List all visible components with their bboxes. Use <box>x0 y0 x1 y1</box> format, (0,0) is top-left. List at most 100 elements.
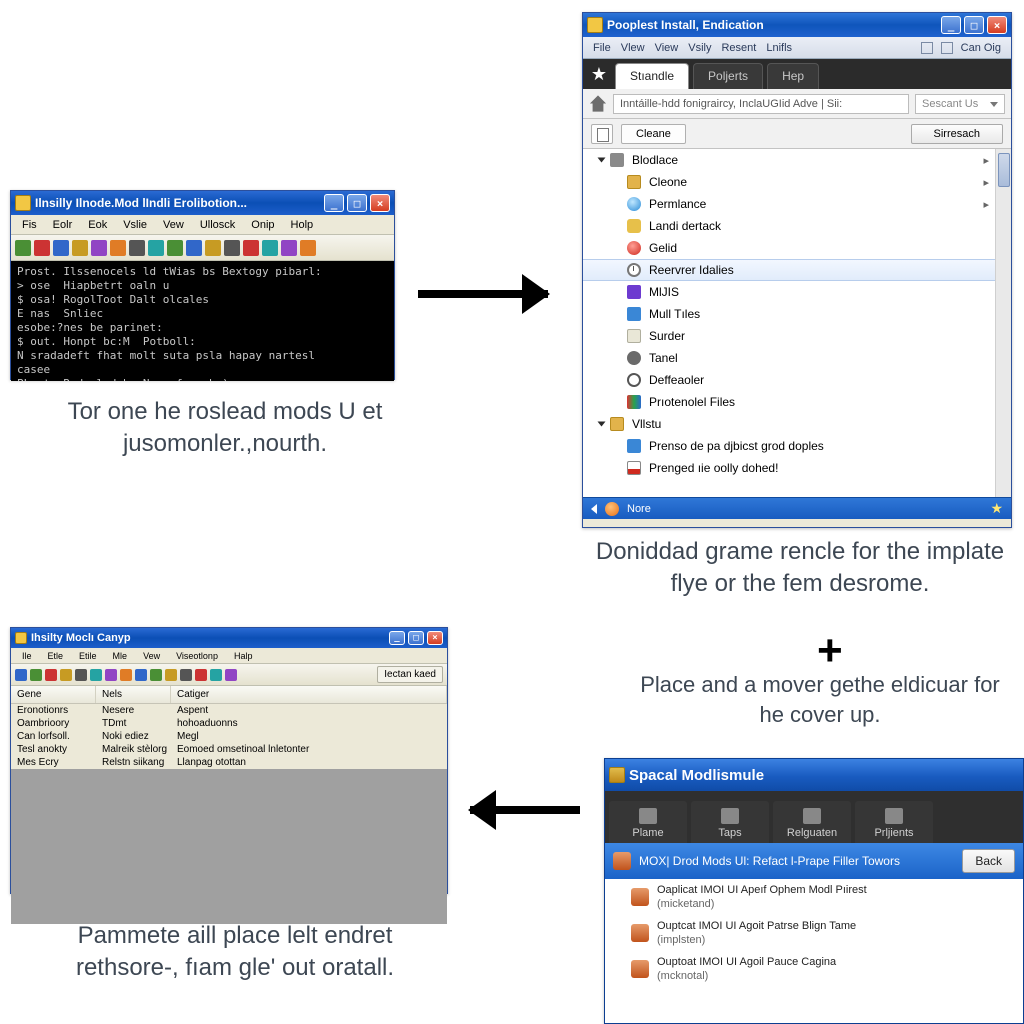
tool-icon[interactable] <box>110 240 126 256</box>
box-icon[interactable] <box>921 42 933 54</box>
menu-item[interactable]: Vsily <box>688 42 711 54</box>
tree-node[interactable]: Landi dertack <box>583 215 1011 237</box>
menu-item[interactable]: Eok <box>81 217 114 233</box>
list-item[interactable]: Ouptcat IMOI UI Agoit Patrse Blign Tame(… <box>605 915 1023 951</box>
tool-icon[interactable] <box>60 669 72 681</box>
menu-item[interactable]: Mle <box>106 649 135 663</box>
tool-icon[interactable] <box>195 669 207 681</box>
menu-item[interactable]: Halp <box>227 649 260 663</box>
tree-node[interactable]: Prenged ıie oolly dohed! <box>583 457 1011 479</box>
tool-icon[interactable] <box>180 669 192 681</box>
home-icon[interactable] <box>589 95 607 113</box>
close-button[interactable]: × <box>427 631 443 645</box>
tool-icon[interactable] <box>15 669 27 681</box>
tool-icon[interactable] <box>75 669 87 681</box>
menu-item[interactable]: Vslie <box>116 217 154 233</box>
menu-item[interactable]: Resent <box>721 42 756 54</box>
tool-icon[interactable] <box>150 669 162 681</box>
tool-icon[interactable] <box>167 240 183 256</box>
maximize-button[interactable]: □ <box>408 631 424 645</box>
tree-node[interactable]: Vllstu <box>583 413 1011 435</box>
scrollbar[interactable] <box>995 149 1011 497</box>
tool-tab[interactable]: Prljients <box>855 801 933 843</box>
tree-node[interactable]: Blodlace▸ <box>583 149 1011 171</box>
sirresach-button[interactable]: Sirresach <box>911 124 1003 144</box>
tool-icon[interactable] <box>34 240 50 256</box>
disclosure-icon[interactable] <box>598 422 606 427</box>
tree-node[interactable]: Cleone▸ <box>583 171 1011 193</box>
star-icon[interactable]: ★ <box>587 64 611 85</box>
tree-node[interactable]: Tanel <box>583 347 1011 369</box>
tool-icon[interactable] <box>165 669 177 681</box>
menu-item[interactable]: Fis <box>15 217 44 233</box>
list-item[interactable]: Oaplicat IMOI UI Apeıf Ophem Modl Pıires… <box>605 879 1023 915</box>
tool-icon[interactable] <box>105 669 117 681</box>
minimize-button[interactable]: _ <box>941 16 961 34</box>
tree-node[interactable]: Surder <box>583 325 1011 347</box>
menu-item[interactable]: Ullosck <box>193 217 242 233</box>
col-gene[interactable]: Gene <box>11 686 96 703</box>
menu-item[interactable]: File <box>593 42 611 54</box>
menu-item[interactable]: Eolr <box>46 217 80 233</box>
menu-item[interactable]: Ile <box>15 649 39 663</box>
selected-row[interactable]: MOX| Drod Mods Ul: Refact l-Prape Filler… <box>605 843 1023 879</box>
tool-tab[interactable]: Relguaten <box>773 801 851 843</box>
tree-node[interactable]: Permlance▸ <box>583 193 1011 215</box>
tool-icon[interactable] <box>72 240 88 256</box>
menu-item[interactable]: Etile <box>72 649 104 663</box>
col-nels[interactable]: Nels <box>96 686 171 703</box>
maximize-button[interactable]: □ <box>964 16 984 34</box>
table-row[interactable]: EronotionrsNesereAspent <box>11 704 447 717</box>
tree-node[interactable]: Mull Tıles <box>583 303 1011 325</box>
menu-item[interactable]: View <box>655 42 679 54</box>
titlebar[interactable]: Ihsilty Moclı Canyp _ □ × <box>11 628 447 648</box>
col-catiger[interactable]: Catiger <box>171 686 447 703</box>
menu-item[interactable]: Holp <box>284 217 321 233</box>
tool-icon[interactable] <box>210 669 222 681</box>
tool-tab[interactable]: Taps <box>691 801 769 843</box>
cleane-button[interactable]: Cleane <box>621 124 686 144</box>
tool-icon[interactable] <box>148 240 164 256</box>
tool-icon[interactable] <box>129 240 145 256</box>
tree-node[interactable]: Gelid <box>583 237 1011 259</box>
console[interactable]: Prost. Ilssenocels ld tWias bs Bextogy p… <box>11 261 394 381</box>
list-item[interactable]: Ouptoat IMOI UI Agoil Pauce Cagina(mckno… <box>605 951 1023 987</box>
table-row[interactable]: Mes EcryRelstn siikangLlanpag otottan <box>11 756 447 769</box>
table-row[interactable]: Tesl anoktyMalreik stèlorgEomoed omsetin… <box>11 743 447 756</box>
star-icon[interactable]: ★ <box>990 500 1003 517</box>
tool-icon[interactable] <box>243 240 259 256</box>
tool-icon[interactable] <box>262 240 278 256</box>
footer[interactable]: Nore ★ <box>583 497 1011 519</box>
tool-icon[interactable] <box>45 669 57 681</box>
tree-node[interactable]: Deffeaoler <box>583 369 1011 391</box>
minimize-button[interactable]: _ <box>324 194 344 212</box>
disclosure-icon[interactable] <box>598 158 606 163</box>
tree-node[interactable]: Prenso de pa djbicst grod doples <box>583 435 1011 457</box>
table-row[interactable]: Can lorfsoll.Noki ediezMegl <box>11 730 447 743</box>
tool-icon[interactable] <box>30 669 42 681</box>
clip-button[interactable] <box>591 124 613 144</box>
menu-item[interactable]: Lnifls <box>766 42 792 54</box>
tab-hep[interactable]: Hep <box>767 63 819 89</box>
close-button[interactable]: × <box>370 194 390 212</box>
minimize-button[interactable]: _ <box>389 631 405 645</box>
menu-item[interactable]: Onip <box>244 217 281 233</box>
tree-node[interactable]: MlJIS <box>583 281 1011 303</box>
iectan-button[interactable]: Iectan kaed <box>377 666 443 683</box>
tool-icon[interactable] <box>120 669 132 681</box>
prev-icon[interactable] <box>591 504 597 514</box>
combo-scope[interactable]: Sescant Us <box>915 94 1005 114</box>
menu-item[interactable]: Etle <box>41 649 71 663</box>
tool-icon[interactable] <box>300 240 316 256</box>
tree-node[interactable]: Reervrer Idalies <box>583 259 1011 281</box>
titlebar[interactable]: Pooplest Install, Endication _ □ × <box>583 13 1011 37</box>
tree-node[interactable]: Prıotenolel Files <box>583 391 1011 413</box>
address-text[interactable]: Inntáille-hdd fonigraircy, InclaUGIid Ad… <box>613 94 909 114</box>
tab-poljerts[interactable]: Poljerts <box>693 63 763 89</box>
tool-icon[interactable] <box>135 669 147 681</box>
tab-standle[interactable]: Stıandle <box>615 63 689 89</box>
scroll-thumb[interactable] <box>998 153 1010 187</box>
tool-icon[interactable] <box>186 240 202 256</box>
tool-icon[interactable] <box>91 240 107 256</box>
menu-item[interactable]: Vlew <box>621 42 645 54</box>
